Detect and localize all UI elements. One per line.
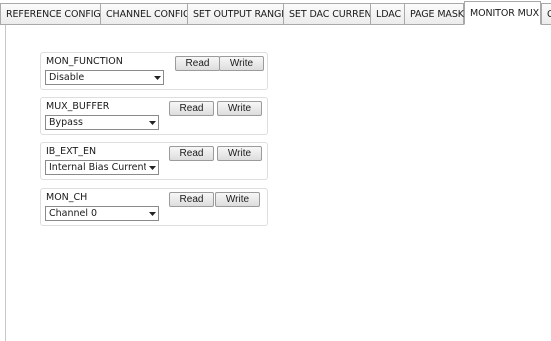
chevron-down-icon[interactable] <box>146 116 158 129</box>
mux-buffer-select[interactable]: Bypass <box>45 115 159 130</box>
tab-set-output-range[interactable]: SET OUTPUT RANGE <box>187 3 287 24</box>
chevron-down-icon[interactable] <box>151 71 163 84</box>
ib-ext-en-group: IB_EXT_EN Read Write Internal Bias Curre… <box>40 142 268 180</box>
ib-ext-en-select[interactable]: Internal Bias Current <box>45 160 159 175</box>
tab-channel-config[interactable]: CHANNEL CONFIG <box>100 3 191 24</box>
mon-ch-write-button[interactable]: Write <box>215 192 260 207</box>
tab-label: PAGE MASK <box>410 8 464 20</box>
tab-monitor-mux[interactable]: MONITOR MUX <box>464 1 541 25</box>
mon-function-read-button[interactable]: Read <box>175 56 220 71</box>
mon-function-select[interactable]: Disable <box>45 70 164 85</box>
ib-ext-en-write-button[interactable]: Write <box>217 146 262 161</box>
ib-ext-en-read-button[interactable]: Read <box>169 146 214 161</box>
tab-reference-config[interactable]: REFERENCE CONFIG <box>0 3 101 24</box>
mon-function-group: MON_FUNCTION Read Write Disable <box>40 52 268 90</box>
monitor-mux-panel: MON_FUNCTION Read Write Disable MUX_BUFF… <box>5 25 551 341</box>
chevron-down-icon[interactable] <box>146 161 158 174</box>
mon-ch-selected-value: Channel 0 <box>49 208 98 219</box>
tab-label: SET OUTPUT RANGE <box>193 8 288 20</box>
tab-label: CHANNEL CONFIG <box>106 8 191 20</box>
mon-ch-select[interactable]: Channel 0 <box>45 206 159 221</box>
tab-label: C <box>547 8 551 20</box>
mux-buffer-group: MUX_BUFFER Read Write Bypass <box>40 97 268 135</box>
tab-label: REFERENCE CONFIG <box>6 8 101 20</box>
tab-label: LDAC <box>376 8 402 20</box>
mon-function-selected-value: Disable <box>49 72 85 83</box>
tab-ldac[interactable]: LDAC <box>370 3 404 24</box>
mon-function-label: MON_FUNCTION <box>46 56 123 67</box>
mux-buffer-write-button[interactable]: Write <box>217 101 262 116</box>
tab-page-mask[interactable]: PAGE MASK <box>404 3 464 24</box>
chevron-down-icon[interactable] <box>146 207 158 220</box>
mon-ch-label: MON_CH <box>46 192 88 203</box>
mux-buffer-selected-value: Bypass <box>49 117 83 128</box>
tab-label: SET DAC CURRENT <box>289 8 378 20</box>
tab-truncated[interactable]: C <box>541 3 551 24</box>
mux-buffer-read-button[interactable]: Read <box>169 101 214 116</box>
mon-function-write-button[interactable]: Write <box>219 56 264 71</box>
tab-set-dac-current[interactable]: SET DAC CURRENT <box>283 3 377 24</box>
tab-bar: REFERENCE CONFIG CHANNEL CONFIG SET OUTP… <box>0 0 551 25</box>
mon-ch-read-button[interactable]: Read <box>169 192 214 207</box>
mux-buffer-label: MUX_BUFFER <box>46 101 110 112</box>
ib-ext-en-label: IB_EXT_EN <box>46 146 97 157</box>
tab-label: MONITOR MUX <box>470 7 540 19</box>
ib-ext-en-selected-value: Internal Bias Current <box>49 162 148 173</box>
mon-ch-group: MON_CH Read Write Channel 0 <box>40 188 268 226</box>
